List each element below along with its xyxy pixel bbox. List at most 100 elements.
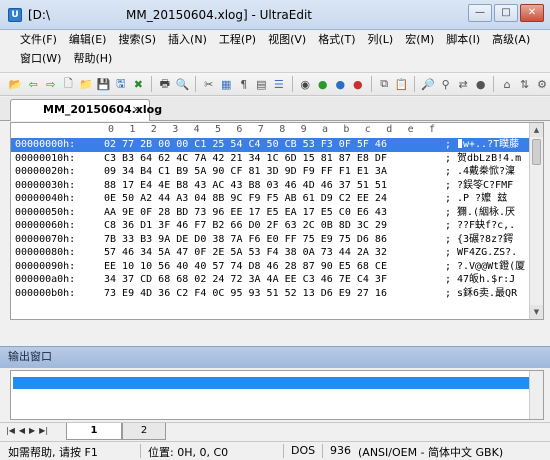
- hex-row-address: 00000040h:: [15, 193, 76, 204]
- hex-column-label: f: [429, 124, 436, 135]
- ultraedit-app-icon[interactable]: U: [8, 8, 22, 22]
- find-icon[interactable]: 🔎: [420, 76, 436, 93]
- hex-row-address: 00000050h:: [15, 206, 76, 218]
- stop-icon[interactable]: ●: [350, 76, 366, 93]
- print-icon[interactable]: 🖶: [157, 76, 173, 93]
- menu-item[interactable]: 工程(P): [213, 32, 262, 50]
- menu-item[interactable]: 视图(V): [262, 32, 312, 50]
- menu-row-1: 文件(F) 编辑(E) 搜索(S) 插入(N) 工程(P) 视图(V) 格式(T) 列(L) 宏…: [14, 32, 536, 50]
- macro-record-icon[interactable]: ●: [473, 76, 489, 93]
- column-mode-icon[interactable]: ▤: [254, 76, 270, 93]
- close-button[interactable]: ✕: [520, 4, 544, 22]
- back-arrow-icon[interactable]: ⇦: [26, 76, 42, 93]
- output-selected-line[interactable]: [13, 377, 529, 389]
- hex-row[interactable]: 00000070h: 7B 33 B3 9A DE D0 38 7A F6 E0 …: [11, 233, 531, 247]
- hex-row-ascii-text: 贺dbLzB!4.m: [457, 152, 522, 164]
- tag-list-icon[interactable]: ⌂: [499, 76, 515, 93]
- hex-row[interactable]: 00000030h: 88 17 E4 4E B8 43 AC 43 B8 03 …: [11, 179, 531, 193]
- output-scrollbar[interactable]: [529, 371, 543, 419]
- hex-row[interactable]: 00000090h: EE 10 10 56 40 40 57 74 D8 46 …: [11, 260, 531, 274]
- menu-item[interactable]: 高级(A): [486, 32, 536, 50]
- hex-editor[interactable]: 0 1 2 3 4 5 6 7 8 9 a b c d e f 00000000h: 02 77 2B 00 0…: [10, 122, 544, 320]
- find-in-files-icon[interactable]: ⚲: [438, 76, 454, 93]
- close-tab-icon[interactable]: ×: [132, 100, 141, 120]
- hex-row-address: 00000070h:: [15, 233, 76, 245]
- hex-row-address: 00000060h:: [15, 220, 76, 231]
- title-redacted-path: [50, 9, 126, 21]
- output-tab-2[interactable]: 2: [122, 423, 166, 440]
- menu-item[interactable]: 搜索(S): [112, 32, 162, 50]
- menu-item[interactable]: 窗口(W): [14, 51, 67, 69]
- hex-row[interactable]: 00000040h: 0E 50 A2 44 A3 04 8B 9C F9 F5 …: [11, 192, 531, 206]
- hex-row-separator: ;: [445, 233, 452, 245]
- hex-column-label: c: [364, 124, 371, 135]
- output-tab-1[interactable]: 1: [66, 423, 122, 440]
- hex-row[interactable]: 00000010h: C3 B3 64 62 4C 7A 42 21 34 1C …: [11, 152, 531, 166]
- last-tab-icon[interactable]: ▶|: [39, 426, 48, 435]
- paste-icon[interactable]: 📋: [394, 76, 410, 93]
- hex-row[interactable]: 00000080h: 57 46 34 5A 47 0F 2E 5A 53 F4 …: [11, 246, 531, 260]
- menu-item[interactable]: 编辑(E): [63, 32, 113, 50]
- hex-mode-icon[interactable]: ▦: [218, 76, 234, 93]
- hex-column-label: 9: [300, 124, 307, 135]
- menu-item[interactable]: 列(L): [362, 32, 400, 50]
- minimize-button[interactable]: —: [468, 4, 492, 22]
- hex-row-bytes: 34 37 CD 68 68 02 24 72 3A 4A EE C3 46 7…: [104, 274, 387, 285]
- print-preview-icon[interactable]: 🔍: [175, 76, 191, 93]
- status-encoding[interactable]: (ANSI/OEM - 简体中文 GBK): [358, 444, 503, 460]
- browser-icon[interactable]: ◉: [297, 76, 313, 93]
- word-wrap-icon[interactable]: ¶: [236, 76, 252, 93]
- hex-column-label: 1: [129, 124, 136, 135]
- prev-tab-icon[interactable]: ◀: [19, 426, 25, 435]
- hex-row-separator: ;: [445, 220, 452, 231]
- hex-row-bytes: 57 46 34 5A 47 0F 2E 5A 53 F4 38 0A 73 4…: [104, 247, 387, 258]
- hex-row-bytes: C8 36 D1 3F 46 F7 B2 66 D0 2F 63 2C 0B 8…: [104, 220, 387, 231]
- forward-arrow-icon[interactable]: ⇨: [43, 76, 59, 93]
- replace-icon[interactable]: ⇄: [455, 76, 471, 93]
- maximize-button[interactable]: □: [494, 4, 518, 22]
- open-folder-icon[interactable]: 📂: [8, 76, 24, 93]
- new-file-icon[interactable]: 🗋: [61, 76, 77, 93]
- hex-row-address: 00000020h:: [15, 166, 76, 177]
- cut-icon[interactable]: ✂: [201, 76, 217, 93]
- menu-item[interactable]: 文件(F): [14, 32, 63, 50]
- open-file-icon[interactable]: 📁: [78, 76, 94, 93]
- next-tab-icon[interactable]: ▶: [29, 426, 35, 435]
- menu-item[interactable]: 脚本(I): [440, 32, 486, 50]
- hex-row[interactable]: 000000b0h: 73 E9 4D 36 C2 F4 0C 95 93 51 …: [11, 287, 531, 301]
- scroll-up-icon[interactable]: ▲: [530, 123, 543, 137]
- hex-row-address: 000000b0h:: [15, 287, 76, 299]
- hex-row[interactable]: 00000020h: 09 34 B4 C1 B9 5A 90 CF 81 3D …: [11, 165, 531, 179]
- status-codepage[interactable]: 936: [330, 444, 351, 457]
- settings-icon[interactable]: ⚙: [534, 76, 550, 93]
- output-window-body[interactable]: [10, 370, 544, 420]
- menu-item[interactable]: 格式(T): [312, 32, 361, 50]
- menu-item[interactable]: 帮助(H): [67, 51, 118, 69]
- editor-vertical-scrollbar[interactable]: ▲ ▼: [529, 123, 543, 319]
- scroll-thumb[interactable]: [532, 139, 541, 165]
- hex-row[interactable]: 00000050h: AA 9E 0F 28 BD 73 96 EE 17 E5 …: [11, 206, 531, 220]
- hex-row-ascii: .4戴桊惞?澟: [457, 165, 531, 179]
- menu-item[interactable]: 宏(M): [399, 32, 440, 50]
- first-tab-icon[interactable]: |◀: [6, 426, 15, 435]
- save-all-icon[interactable]: 🖫: [113, 76, 129, 93]
- scroll-down-icon[interactable]: ▼: [530, 305, 543, 319]
- hex-row[interactable]: 000000a0h: 34 37 CD 68 68 02 24 72 3A 4A …: [11, 273, 531, 287]
- ftp-icon[interactable]: ⇅: [517, 76, 533, 93]
- copy-icon[interactable]: ⧉: [376, 76, 392, 93]
- hex-row-ascii: s鉌6卖.最QR: [457, 287, 531, 301]
- hex-row-ascii-text: ??F蚗f?c,.: [457, 220, 516, 231]
- list-view-icon[interactable]: ☰: [271, 76, 287, 93]
- status-line-ending[interactable]: DOS: [291, 444, 315, 457]
- blue-back-icon[interactable]: ●: [332, 76, 348, 93]
- hex-row[interactable]: 00000060h: C8 36 D1 3F 46 F7 B2 66 D0 2F …: [11, 219, 531, 233]
- status-bar: 如需帮助, 请按 F1 位置: 0H, 0, C0 DOS 936 (ANSI/…: [0, 441, 550, 460]
- save-icon[interactable]: 💾: [96, 76, 112, 93]
- hex-row[interactable]: 00000000h: 02 77 2B 00 00 C1 25 54 C4 50 …: [11, 138, 531, 152]
- close-file-icon[interactable]: ✖: [131, 76, 147, 93]
- hex-row-separator: ;: [445, 166, 452, 177]
- green-forward-icon[interactable]: ●: [315, 76, 331, 93]
- hex-row-address: 000000a0h:: [15, 274, 76, 285]
- tab-mm-20150604-xlog[interactable]: MM_20150604.xlog ×: [10, 99, 162, 121]
- menu-item[interactable]: 插入(N): [162, 32, 213, 50]
